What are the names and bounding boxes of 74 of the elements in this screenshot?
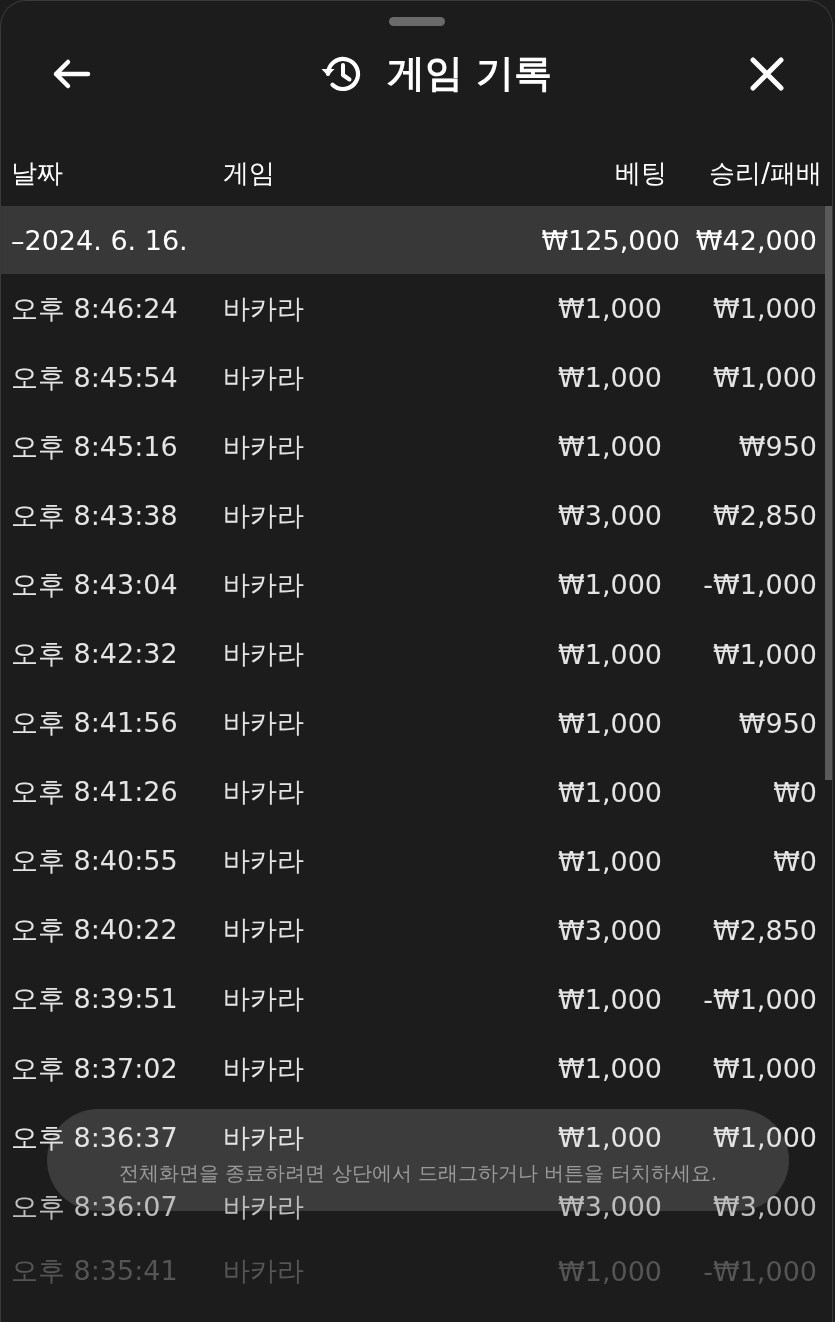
column-header: 날짜 [11, 157, 64, 190]
game-cell-text: 바카라 [223, 291, 305, 326]
column-header: 게임 [223, 157, 276, 190]
time-cell-text: 오후 8:35:41 [11, 1254, 179, 1289]
time-cell-text: 오후 8:41:56 [11, 706, 179, 741]
back-arrow-icon [51, 57, 91, 90]
bet-cell-text: ₩1,000 [557, 1053, 662, 1085]
game-cell-text: 바카라 [223, 1189, 305, 1224]
result-cell-text: ₩3,000 [712, 1191, 817, 1223]
time-cell-text: 오후 8:45:16 [11, 429, 179, 464]
time-cell-text: 오후 8:40:55 [11, 844, 179, 879]
bet-cell-text: ₩1,000 [557, 845, 662, 877]
time-cell-text: 오후 8:45:54 [11, 360, 179, 395]
game-cell-text: 바카라 [223, 913, 305, 948]
game-cell-text: 바카라 [223, 706, 305, 741]
group-result-total: ₩42,000 [695, 224, 817, 256]
bet-cell-text: ₩3,000 [557, 500, 662, 532]
result-cell-text: ₩950 [737, 707, 817, 739]
drag-handle[interactable] [388, 17, 445, 26]
time-cell-text: 오후 8:40:22 [11, 913, 179, 948]
scrollbar[interactable] [825, 206, 832, 780]
time-cell-text: 오후 8:37:02 [11, 1051, 179, 1086]
result-cell-text: -₩1,000 [702, 1255, 817, 1287]
dialog-title: 게임 기록 [386, 50, 553, 97]
bet-cell-text: ₩1,000 [557, 431, 662, 463]
game-cell-text: 바카라 [223, 360, 305, 395]
toast-text: 전체화면을 종료하려면 상단에서 드래그하거나 버튼을 터치하세요. [118, 1161, 718, 1185]
result-cell-text: ₩1,000 [712, 362, 817, 394]
time-cell-text: 오후 8:42:32 [11, 637, 179, 671]
bet-cell-text: ₩1,000 [557, 1255, 662, 1287]
result-cell-text: ₩0 [772, 845, 817, 877]
bet-cell-text: ₩1,000 [557, 362, 662, 394]
bet-cell-text: ₩3,000 [557, 1191, 662, 1223]
column-header: 승리/패배 [708, 157, 822, 190]
time-cell-text: 오후 8:39:51 [11, 982, 179, 1017]
group-bet-total: ₩125,000 [541, 224, 681, 256]
game-cell-text: 바카라 [223, 498, 305, 533]
bet-cell-text: ₩1,000 [557, 638, 662, 670]
bet-cell-text: ₩3,000 [557, 914, 662, 946]
date-group-row[interactable]: –2024. 6. 16. ₩125,000 ₩42,000 [1, 206, 825, 274]
result-cell-text: ₩1,000 [712, 293, 817, 325]
game-cell-text: 바카라 [223, 429, 305, 464]
result-cell-text: -₩1,000 [702, 569, 817, 601]
column-header: 베팅 [614, 157, 668, 190]
bet-cell-text: ₩1,000 [557, 1122, 662, 1154]
group-date: –2024. 6. 16. [11, 224, 189, 256]
time-cell-text: 오후 8:36:07 [11, 1189, 179, 1224]
close-icon [750, 56, 784, 91]
result-cell-text: -₩1,000 [702, 984, 817, 1015]
result-cell-text: ₩2,850 [712, 500, 817, 532]
bet-cell-text: ₩1,000 [557, 293, 662, 325]
time-cell-text: 오후 8:36:37 [11, 1120, 179, 1155]
result-cell-text: ₩950 [737, 431, 817, 463]
bet-cell-text: ₩1,000 [557, 984, 662, 1015]
game-cell-text: 바카라 [223, 844, 305, 879]
time-cell-text: 오후 8:43:38 [11, 498, 179, 533]
time-cell-text: 오후 8:46:24 [11, 291, 179, 326]
bet-cell-text: ₩1,000 [557, 776, 662, 808]
result-cell-text: ₩1,000 [712, 638, 817, 670]
game-cell-text: 바카라 [223, 982, 305, 1017]
game-cell-text: 바카라 [223, 1051, 305, 1086]
bet-cell-text: ₩1,000 [557, 707, 662, 739]
result-cell-text: ₩1,000 [712, 1053, 817, 1085]
result-cell-text: ₩2,850 [712, 914, 817, 946]
game-cell-text: 바카라 [223, 1254, 305, 1289]
result-cell-text: ₩1,000 [712, 1122, 817, 1154]
game-cell-text: 바카라 [223, 1120, 305, 1155]
game-cell-text: 바카라 [223, 637, 305, 671]
game-cell-text: 바카라 [223, 775, 305, 810]
game-cell-text: 바카라 [223, 567, 305, 602]
bet-cell-text: ₩1,000 [557, 569, 662, 601]
time-cell-text: 오후 8:43:04 [11, 567, 179, 602]
time-cell-text: 오후 8:41:26 [11, 775, 179, 810]
result-cell-text: ₩0 [772, 776, 817, 808]
